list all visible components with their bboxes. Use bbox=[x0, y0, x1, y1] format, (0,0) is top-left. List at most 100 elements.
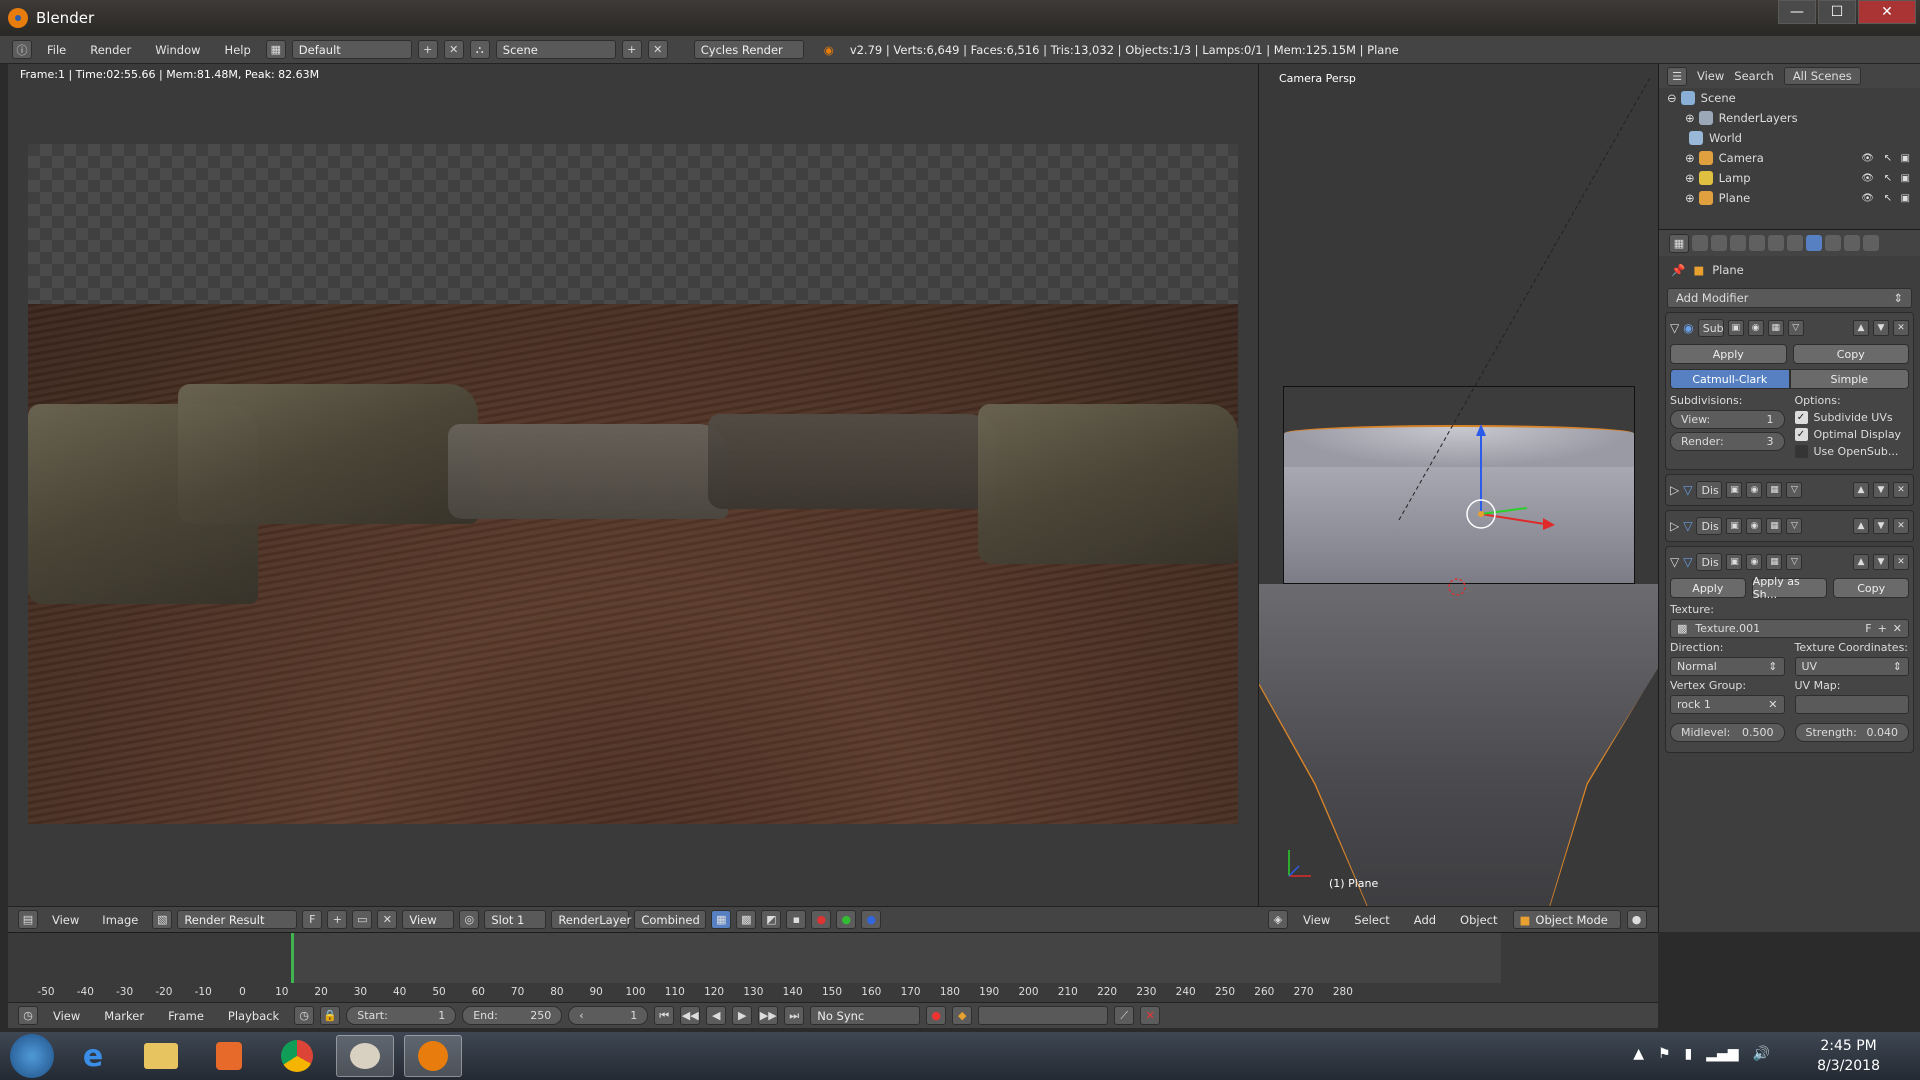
menu-render[interactable]: Render bbox=[81, 43, 140, 57]
show-hidden-icons[interactable]: ▲ bbox=[1633, 1046, 1644, 1062]
menu-object[interactable]: Object bbox=[1451, 913, 1506, 927]
blender-taskbar-icon[interactable] bbox=[404, 1035, 462, 1077]
texture-field[interactable]: ▩ Texture.001 F + ✕ bbox=[1670, 619, 1909, 638]
current-frame-field[interactable]: ‹ 1 bbox=[568, 1006, 649, 1025]
preview-range-icon[interactable]: ◷ bbox=[294, 1006, 315, 1025]
action-center-icon[interactable]: ⚑ bbox=[1658, 1046, 1671, 1062]
menu-image[interactable]: Image bbox=[93, 913, 147, 927]
editor-type-3d-icon[interactable]: ◈ bbox=[1268, 910, 1288, 929]
menu-view[interactable]: View bbox=[43, 913, 88, 927]
object-mode-select[interactable]: ■ Object Mode bbox=[1512, 910, 1621, 929]
3d-viewport[interactable]: Camera Persp (1) Plane bbox=[1258, 64, 1658, 906]
editmode-toggle-icon[interactable]: ▦ bbox=[1767, 320, 1784, 336]
image-name-field[interactable]: Render Result bbox=[177, 910, 298, 929]
current-frame-indicator[interactable] bbox=[291, 933, 294, 983]
alpha-icon[interactable]: ▦ bbox=[711, 910, 732, 929]
cage-toggle-icon[interactable]: ▽ bbox=[1786, 482, 1803, 498]
volume-icon[interactable]: 🔊 bbox=[1753, 1046, 1770, 1062]
visibility-eye-icon[interactable]: 👁 bbox=[1861, 193, 1874, 204]
view-select[interactable]: View bbox=[402, 910, 455, 929]
modifier-name-field[interactable]: Sub bbox=[1697, 319, 1724, 337]
renderable-icon[interactable]: ▣ bbox=[1901, 193, 1910, 204]
vertex-group-field[interactable]: rock 1 ✕ bbox=[1670, 695, 1785, 714]
sample-icon[interactable]: ▪ bbox=[786, 910, 807, 929]
renderable-icon[interactable]: ▣ bbox=[1901, 173, 1910, 184]
new-image-icon[interactable]: + bbox=[327, 910, 348, 929]
render-levels-field[interactable]: Render: 3 bbox=[1670, 432, 1785, 451]
modifier-name-field[interactable]: Dis bbox=[1696, 481, 1723, 499]
expand-toggle-icon[interactable]: ⊕ bbox=[1685, 191, 1695, 205]
expand-toggle-icon[interactable]: ⊕ bbox=[1685, 151, 1695, 165]
move-down-icon[interactable]: ▼ bbox=[1873, 482, 1889, 498]
render-toggle-icon[interactable]: ▣ bbox=[1726, 482, 1743, 498]
play-icon[interactable]: ▶ bbox=[732, 1006, 753, 1025]
open-image-icon[interactable]: ▭ bbox=[352, 910, 373, 929]
outliner-item-scene[interactable]: ⊖ Scene bbox=[1659, 88, 1920, 108]
editor-type-info-icon[interactable]: ⓘ bbox=[12, 40, 32, 59]
add-scene-icon[interactable]: + bbox=[621, 40, 642, 59]
delete-keyframe-icon[interactable]: ✕ bbox=[1140, 1006, 1161, 1025]
selectable-icon[interactable]: ↖ bbox=[1884, 193, 1892, 204]
media-player-icon[interactable] bbox=[200, 1035, 258, 1077]
timeline-menu-view[interactable]: View bbox=[44, 1009, 89, 1023]
red-channel-icon[interactable]: ● bbox=[811, 910, 832, 929]
data-tab-icon[interactable] bbox=[1825, 235, 1841, 251]
menu-view-3d[interactable]: View bbox=[1294, 913, 1339, 927]
strength-field[interactable]: Strength: 0.040 bbox=[1794, 723, 1909, 742]
outliner-item-world[interactable]: World bbox=[1659, 128, 1920, 148]
visibility-eye-icon[interactable]: 👁 bbox=[1861, 153, 1874, 164]
modifiers-tab-icon[interactable] bbox=[1806, 235, 1822, 251]
maximize-button[interactable]: ☐ bbox=[1818, 0, 1856, 24]
menu-add[interactable]: Add bbox=[1405, 913, 1445, 927]
use-opensubdiv-checkbox[interactable]: Use OpenSub... bbox=[1794, 445, 1910, 458]
move-up-icon[interactable]: ▲ bbox=[1853, 320, 1869, 336]
expand-arrow-icon[interactable]: ▽ bbox=[1670, 321, 1679, 335]
timeline-menu-playback[interactable]: Playback bbox=[219, 1009, 288, 1023]
collapse-arrow-icon[interactable]: ▷ bbox=[1670, 519, 1679, 533]
viewport-toggle-icon[interactable]: ◉ bbox=[1747, 320, 1764, 336]
image-browse-icon[interactable]: ▧ bbox=[152, 910, 173, 929]
move-up-icon[interactable]: ▲ bbox=[1853, 482, 1869, 498]
move-up-icon[interactable]: ▲ bbox=[1853, 554, 1869, 570]
minimize-button[interactable]: — bbox=[1778, 0, 1816, 24]
cage-toggle-icon[interactable]: ▽ bbox=[1787, 320, 1804, 336]
render-layer-select[interactable]: RenderLayer bbox=[551, 910, 631, 929]
timeline-editor[interactable]: -50 -40 -30 -20 -10 0 10 20 30 40 50 60 70 80 90 100 110… bbox=[8, 932, 1658, 1002]
expand-toggle-icon[interactable]: ⊕ bbox=[1685, 171, 1695, 185]
render-layers-tab-icon[interactable] bbox=[1711, 235, 1727, 251]
remove-scene-icon[interactable]: ✕ bbox=[647, 40, 668, 59]
prev-keyframe-icon[interactable]: ◀◀ bbox=[680, 1006, 701, 1025]
scene-tab-icon[interactable] bbox=[1730, 235, 1746, 251]
apply-as-shape-button[interactable]: Apply as Sh... bbox=[1751, 575, 1828, 601]
viewport-toggle-icon[interactable]: ◉ bbox=[1746, 518, 1763, 534]
outliner-display-mode[interactable]: All Scenes bbox=[1783, 67, 1861, 85]
timeline-menu-marker[interactable]: Marker bbox=[95, 1009, 153, 1023]
scene-field[interactable]: Scene bbox=[495, 40, 616, 59]
texture-fake-user[interactable]: F bbox=[1865, 622, 1871, 635]
copy-button[interactable]: Copy bbox=[1833, 578, 1910, 598]
texture-unlink-icon[interactable]: ✕ bbox=[1893, 622, 1902, 635]
move-down-icon[interactable]: ▼ bbox=[1873, 320, 1889, 336]
object-tab-icon[interactable] bbox=[1768, 235, 1784, 251]
editmode-toggle-icon[interactable]: ▦ bbox=[1766, 482, 1783, 498]
network-icon[interactable]: ▂▄▆ bbox=[1706, 1046, 1738, 1062]
modifier-name-field[interactable]: Dis bbox=[1696, 517, 1723, 535]
texture-add-icon[interactable]: + bbox=[1878, 622, 1887, 635]
slot-select[interactable]: Slot 1 bbox=[484, 910, 547, 929]
pin-icon[interactable]: 📌 bbox=[1671, 263, 1685, 277]
screen-layout-icon[interactable]: ▦ bbox=[265, 40, 286, 59]
outliner-item-lamp[interactable]: ⊕ Lamp 👁 ↖ ▣ bbox=[1659, 168, 1920, 188]
display-icon[interactable]: ◎ bbox=[459, 910, 480, 929]
remove-layout-icon[interactable]: ✕ bbox=[443, 40, 464, 59]
viewport-toggle-icon[interactable]: ◉ bbox=[1746, 554, 1763, 570]
blue-channel-icon[interactable]: ● bbox=[861, 910, 882, 929]
remove-modifier-icon[interactable]: ✕ bbox=[1893, 518, 1909, 534]
menu-file[interactable]: File bbox=[38, 43, 75, 57]
viewport-shading-icon[interactable]: ● bbox=[1626, 910, 1647, 929]
power-icon[interactable]: ▮ bbox=[1685, 1046, 1693, 1062]
start-frame-field[interactable]: Start: 1 bbox=[346, 1006, 457, 1025]
screen-layout-field[interactable]: Default bbox=[291, 40, 412, 59]
material-tab-icon[interactable] bbox=[1844, 235, 1860, 251]
add-layout-icon[interactable]: + bbox=[417, 40, 438, 59]
remove-modifier-icon[interactable]: ✕ bbox=[1893, 482, 1909, 498]
